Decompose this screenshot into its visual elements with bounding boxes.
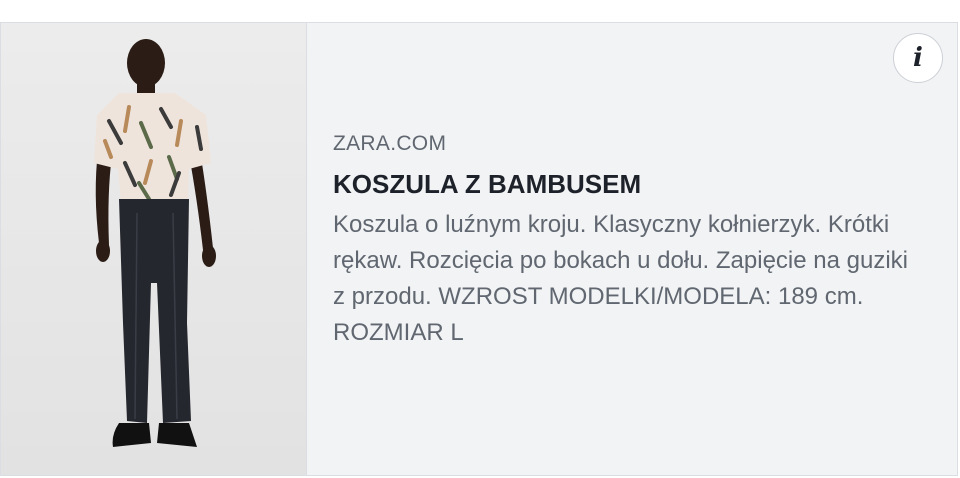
link-domain: ZARA.COM <box>333 132 447 155</box>
model-photo-illustration <box>1 23 306 475</box>
link-preview-card[interactable]: ZARA.COM KOSZULA Z BAMBUSEM Koszula o lu… <box>0 22 958 476</box>
preview-text[interactable]: ZARA.COM KOSZULA Z BAMBUSEM Koszula o lu… <box>307 23 957 475</box>
link-description: Koszula o luźnym kroju. Klasyczny kołnie… <box>333 211 908 346</box>
link-title[interactable]: KOSZULA Z BAMBUSEM <box>333 167 933 201</box>
info-button[interactable]: i <box>893 33 943 83</box>
info-icon: i <box>913 43 923 73</box>
top-strip <box>0 0 960 22</box>
product-image[interactable] <box>1 23 307 475</box>
